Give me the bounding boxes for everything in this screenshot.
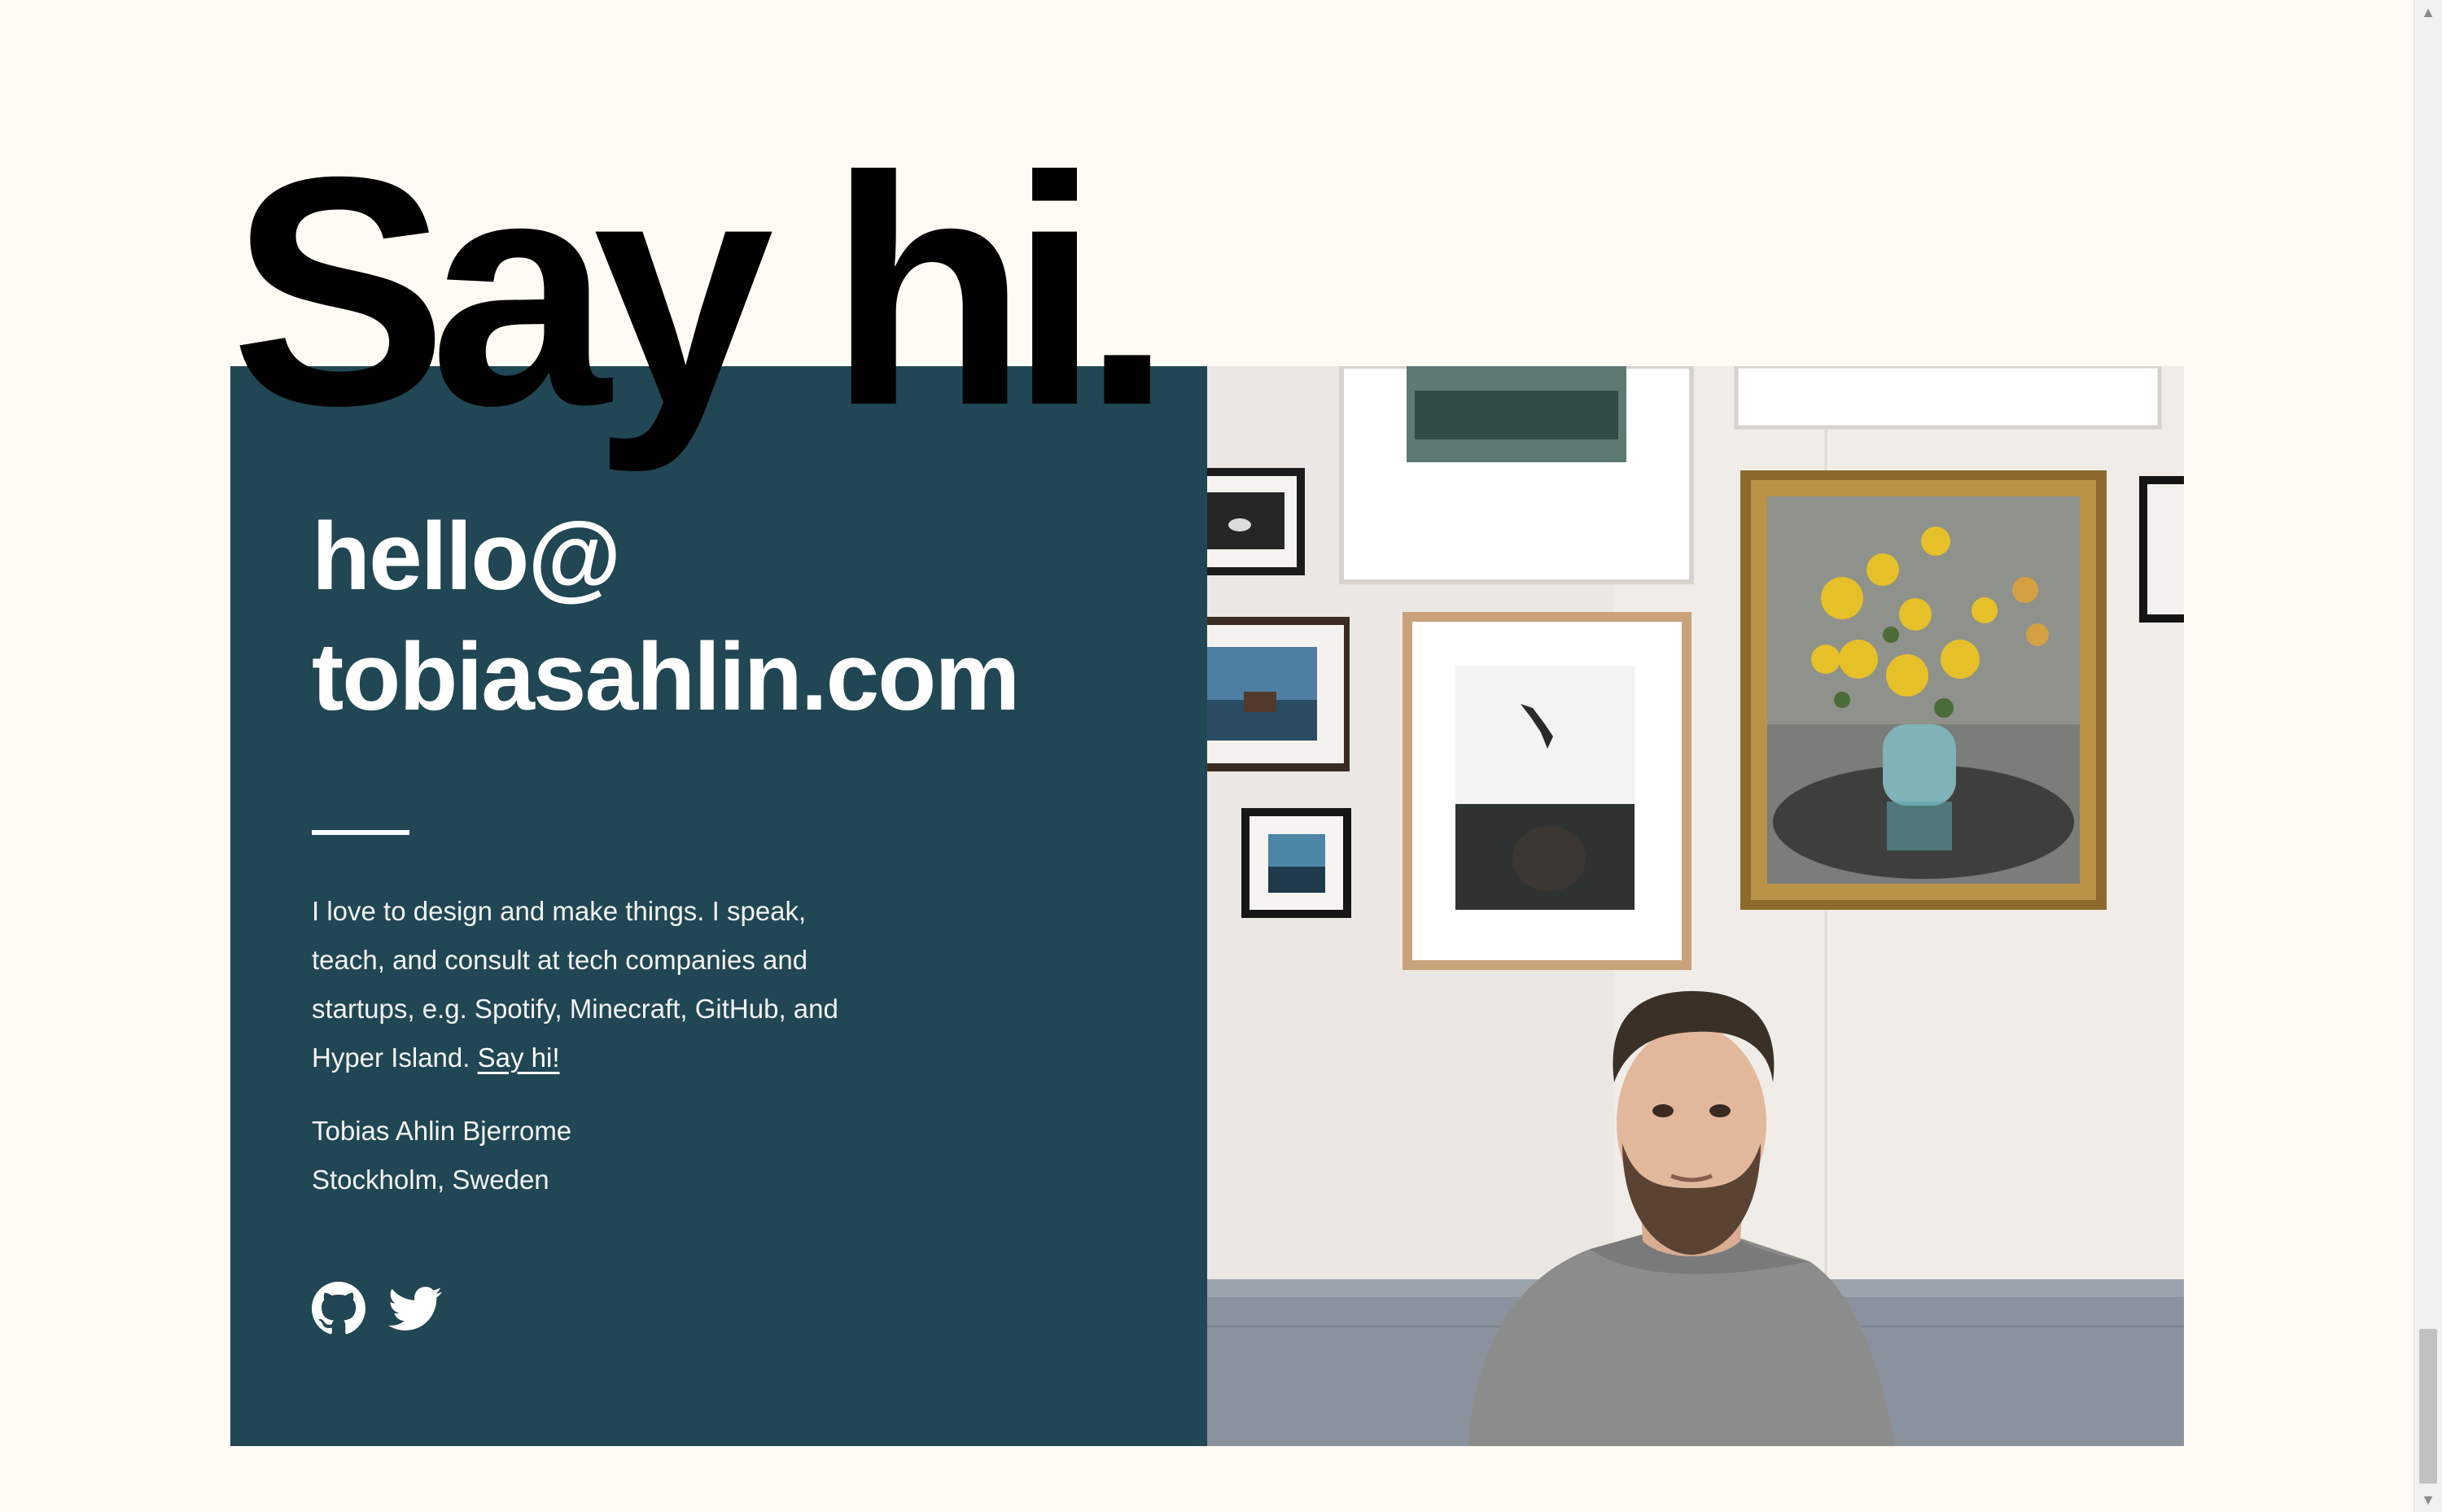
github-icon	[312, 1282, 365, 1335]
twitter-icon	[388, 1287, 442, 1331]
say-hi-link[interactable]: Say hi!	[478, 1042, 560, 1073]
vertical-scrollbar[interactable]: ▲ ▼	[2414, 0, 2442, 1512]
divider	[312, 830, 409, 835]
portrait-photo	[1207, 366, 2184, 1446]
email-line-1[interactable]: hello@	[312, 496, 1018, 617]
github-link[interactable]	[312, 1282, 365, 1335]
twitter-link[interactable]	[388, 1282, 442, 1335]
bio-text: I love to design and make things. I spea…	[312, 896, 838, 1073]
scroll-thumb[interactable]	[2419, 1329, 2437, 1484]
portrait-illustration	[1207, 366, 2184, 1446]
bio-paragraph: I love to design and make things. I spea…	[312, 887, 882, 1082]
contact-details: Tobias Ahlin Bjerrome Stockholm, Sweden	[312, 1107, 571, 1204]
contact-name: Tobias Ahlin Bjerrome	[312, 1116, 572, 1146]
contact-card: hello@ tobiasahlin.com I love to design …	[230, 366, 2184, 1446]
email-line-2[interactable]: tobiasahlin.com	[312, 617, 1020, 737]
page: Say hi. hello@ tobiasahlin.com I love to…	[0, 0, 2442, 1512]
email-address[interactable]: hello@ tobiasahlin.com	[312, 496, 1020, 737]
contact-panel: hello@ tobiasahlin.com I love to design …	[230, 366, 1207, 1446]
contact-location: Stockholm, Sweden	[312, 1165, 549, 1195]
social-links	[312, 1282, 442, 1335]
page-headline: Say hi.	[230, 109, 1172, 473]
scroll-down-arrow-icon[interactable]: ▼	[2414, 1488, 2442, 1512]
scroll-up-arrow-icon[interactable]: ▲	[2414, 0, 2442, 24]
